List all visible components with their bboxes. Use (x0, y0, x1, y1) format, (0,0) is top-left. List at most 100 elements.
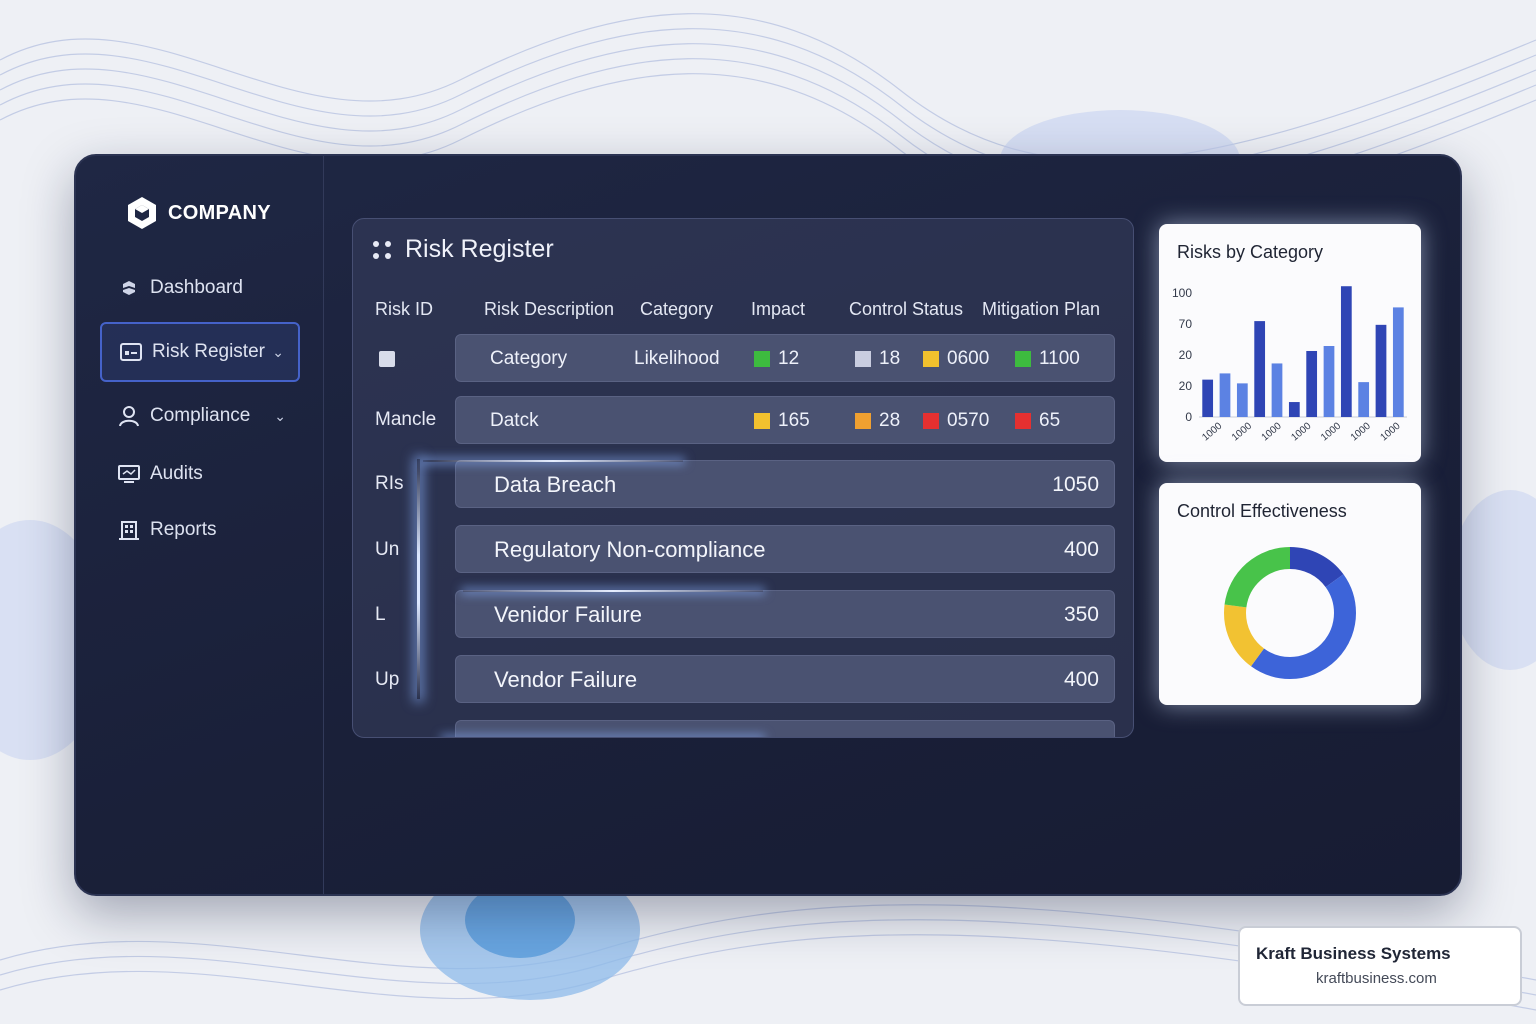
user-icon (118, 405, 140, 427)
x-tick-label: 1000 (1230, 420, 1254, 443)
register-icon (120, 341, 142, 363)
bar[interactable] (1271, 363, 1283, 417)
risk-row[interactable]: Venidor Failure 350 (455, 590, 1115, 638)
column-header[interactable]: Control Status (849, 299, 963, 320)
monitor-icon (118, 463, 140, 485)
grid-dots-icon (373, 240, 391, 259)
row-label: Up (375, 669, 400, 690)
row-label: L (375, 604, 386, 625)
highlight-glow (463, 590, 763, 592)
risk-row[interactable]: Regulatory Non-compliance 400 (455, 525, 1115, 573)
sidebar-item-label: Risk Register (152, 341, 265, 362)
status-square (855, 351, 871, 367)
sidebar-item-label: Compliance (150, 405, 251, 426)
y-tick-label: 20 (1179, 348, 1193, 362)
x-tick-label: 1000 (1200, 420, 1224, 443)
risk-value: 1050 (1052, 473, 1099, 496)
risk-value: 400 (1063, 668, 1099, 691)
badge-title: Kraft Business Systems (1256, 944, 1451, 963)
table-row[interactable]: Datck 165 28 0570 65 (455, 396, 1115, 444)
status-square (923, 413, 939, 429)
bar[interactable] (1340, 286, 1352, 417)
sidebar-item-audits[interactable]: Audits (100, 446, 300, 502)
gear-icon (118, 277, 140, 299)
panel-title: Risk Register (405, 235, 554, 263)
bar[interactable] (1219, 373, 1231, 417)
column-header[interactable]: Risk ID (375, 299, 433, 320)
status-square (855, 413, 871, 429)
building-icon (118, 519, 140, 541)
company-badge[interactable]: Kraft Business Systems kraftbusiness.com (1238, 926, 1522, 1006)
row-description: Datck (490, 410, 539, 431)
mitigation-cell: 65 (1015, 397, 1060, 445)
chevron-down-icon[interactable]: ⌄ (274, 408, 286, 425)
bar[interactable] (1358, 382, 1370, 417)
company-logo[interactable]: COMPANY (126, 196, 271, 230)
mitigation-cell: 0600 (923, 335, 989, 383)
risk-name: Data Breach (494, 472, 617, 497)
risk-row[interactable]: Data Breach 1050 (455, 460, 1115, 508)
y-tick-label: 0 (1185, 410, 1192, 424)
sidebar-item-risk-register[interactable]: Risk Register ⌄ (100, 322, 300, 382)
bar-chart: 10070202001000 1000 1000 1000 1000 1000 1000 (1172, 286, 1407, 443)
column-header[interactable]: Risk Description (484, 299, 614, 320)
table-row-partial[interactable] (455, 720, 1115, 737)
company-name: COMPANY (168, 201, 271, 224)
sidebar-item-dashboard[interactable]: Dashboard (100, 258, 300, 318)
risk-row[interactable]: Vendor Failure 400 (455, 655, 1115, 703)
risk-name: Venidor Failure (494, 602, 642, 627)
column-header[interactable]: Impact (751, 299, 805, 320)
status-square (1015, 413, 1031, 429)
sidebar-item-label: Dashboard (150, 277, 243, 298)
mitigation-cell: 0570 (923, 397, 989, 445)
select-checkbox[interactable] (379, 351, 395, 367)
bar[interactable] (1306, 350, 1318, 417)
risk-value: 350 (1063, 603, 1099, 626)
control-cell: 28 (855, 397, 900, 445)
y-tick-label: 20 (1179, 379, 1193, 393)
sidebar-item-compliance[interactable]: Compliance ⌄ (100, 386, 300, 446)
cube-logo-icon (128, 197, 156, 229)
sidebar-item-label: Audits (150, 463, 203, 484)
highlight-glow (443, 737, 763, 738)
bar[interactable] (1254, 321, 1266, 417)
table-row[interactable]: Category Likelihood 12 18 0600 1100 (455, 334, 1115, 382)
row-label: RIs (375, 473, 404, 494)
risk-register-panel: Risk Register Risk ID Risk Description C… (352, 218, 1134, 738)
risk-value: 400 (1063, 538, 1099, 561)
y-tick-label: 70 (1179, 317, 1193, 331)
sidebar-item-reports[interactable]: Reports (100, 502, 300, 558)
row-description: Category (490, 348, 568, 369)
panel-header: Risk Register (373, 235, 554, 264)
risk-name: Vendor Failure (494, 667, 638, 692)
sidebar-item-label: Reports (150, 519, 217, 540)
control-effectiveness-card: Control Effectiveness (1159, 483, 1421, 705)
impact-cell: 12 (754, 335, 799, 383)
highlight-glow (417, 459, 420, 699)
bar[interactable] (1323, 346, 1335, 417)
chevron-down-icon[interactable]: ⌄ (272, 344, 284, 361)
row-category: Likelihood (634, 348, 720, 369)
sidebar-nav: Dashboard Risk Register ⌄ Compliance ⌄ A… (100, 258, 300, 558)
badge-url[interactable]: kraftbusiness.com (1316, 970, 1437, 987)
control-cell: 18 (855, 335, 900, 383)
x-tick-label: 1000 (1378, 420, 1402, 443)
bar[interactable] (1202, 379, 1214, 417)
column-header[interactable]: Mitigation Plan (982, 299, 1100, 320)
risks-by-category-card: Risks by Category 100 70 20 20 0 1000 1000 1000… (1159, 224, 1421, 462)
highlight-glow (423, 460, 683, 462)
row-label: Un (375, 539, 400, 560)
bar[interactable] (1288, 402, 1300, 417)
row-label: Mancle (375, 409, 437, 430)
status-square (1015, 351, 1031, 367)
mitigation-cell: 1100 (1015, 335, 1080, 383)
risk-name: Regulatory Non-compliance (494, 537, 766, 562)
app-window: COMPANY Dashboard Risk Register ⌄ Compli… (74, 154, 1462, 896)
status-square (923, 351, 939, 367)
bar[interactable] (1236, 383, 1248, 417)
x-tick-label: 1000 (1319, 420, 1343, 443)
column-header[interactable]: Category (640, 299, 713, 320)
bar[interactable] (1375, 324, 1387, 417)
status-square (754, 351, 770, 367)
bar[interactable] (1392, 307, 1404, 417)
